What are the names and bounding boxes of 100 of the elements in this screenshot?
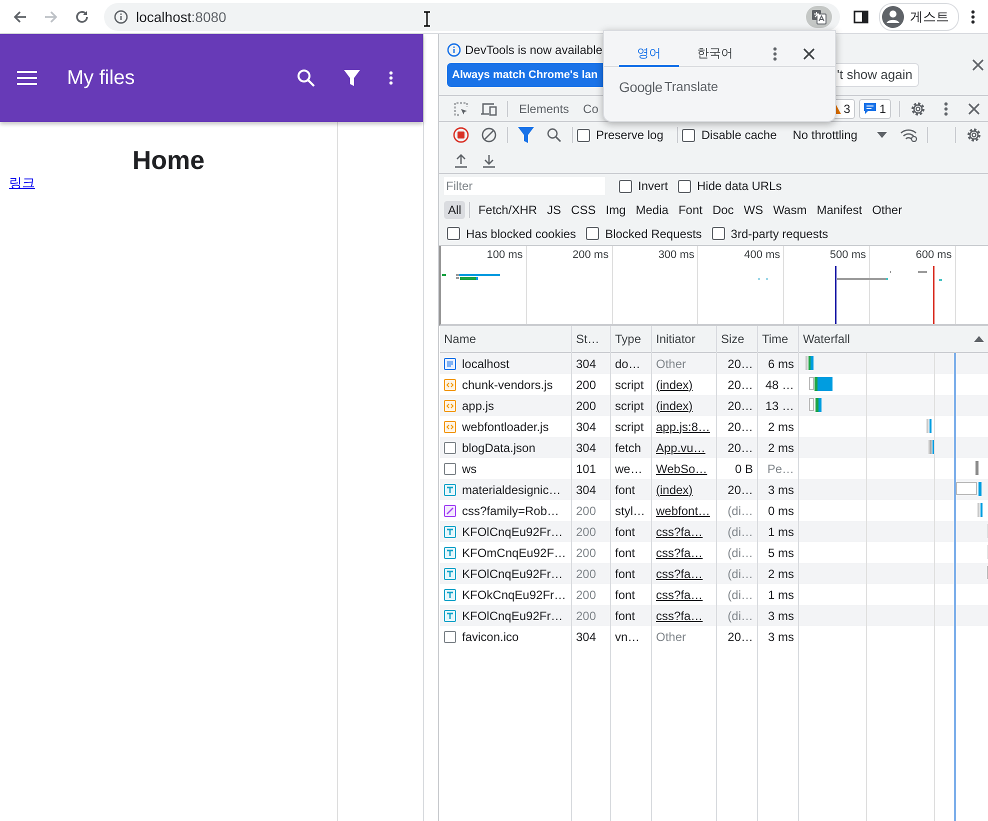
request-type: script <box>615 420 644 434</box>
checkbox[interactable] <box>577 128 590 142</box>
filter-input[interactable]: Filter <box>444 177 605 195</box>
checkbox[interactable] <box>619 180 632 192</box>
type-filter[interactable]: WS <box>740 201 768 219</box>
url-port: :8080 <box>191 8 226 24</box>
wifi-icon <box>900 128 918 142</box>
address-bar[interactable]: localhost:8080 <box>104 2 840 30</box>
request-type: vn… <box>615 630 640 644</box>
checkbox[interactable] <box>682 128 696 142</box>
request-size: 20… <box>728 420 753 434</box>
initiator-link[interactable]: (index) <box>656 378 693 392</box>
language-tab[interactable]: 영어 <box>619 40 679 66</box>
checkbox[interactable] <box>678 180 692 192</box>
status-code: 304 <box>576 356 596 370</box>
message-icon <box>864 103 876 114</box>
type-filter[interactable]: Other <box>868 201 906 219</box>
script-icon <box>444 400 456 412</box>
type-filter[interactable]: JS <box>543 201 566 219</box>
font-icon <box>444 546 456 558</box>
type-filter[interactable]: Doc <box>708 201 738 219</box>
checkbox[interactable] <box>586 227 600 240</box>
product-name: Translate <box>664 79 718 95</box>
timing-bar <box>978 503 982 517</box>
info-icon <box>447 42 461 56</box>
time-tick: 100 ms <box>486 248 524 263</box>
request-name[interactable]: ws <box>462 462 477 476</box>
throttling-dropdown[interactable]: No throttling <box>792 128 888 142</box>
request-type: font <box>615 588 636 602</box>
request-type: font <box>615 524 636 538</box>
request-type: we… <box>615 462 642 476</box>
initiator-link[interactable]: css?fa… <box>656 588 703 602</box>
checkbox-label: Disable cache <box>701 128 777 142</box>
request-type: font <box>615 608 636 622</box>
load-line <box>933 266 934 324</box>
request-size: (di… <box>728 608 753 622</box>
request-type: fetch <box>615 440 642 454</box>
request-time: 2 ms <box>768 440 794 454</box>
initiator-link[interactable]: app.js:8… <box>656 420 710 434</box>
profile-button[interactable]: 게스트 <box>879 2 959 30</box>
time-tick: 400 ms <box>744 248 782 263</box>
app-title: My files <box>67 66 135 90</box>
request-time: 1 ms <box>768 524 794 538</box>
checkbox[interactable] <box>447 227 460 240</box>
initiator-text: Other <box>656 630 686 644</box>
timing-bar <box>926 419 932 433</box>
checkbox[interactable] <box>712 227 725 240</box>
stylesheet-icon <box>444 504 456 516</box>
request-name[interactable]: KFOkCnqEu92Fr… <box>462 588 566 602</box>
panel-tab[interactable]: Elements <box>512 96 576 121</box>
column-header[interactable]: Name <box>444 332 476 346</box>
messages-badge[interactable]: 1 <box>859 98 891 118</box>
type-filter[interactable]: Font <box>674 201 706 219</box>
status-code: 200 <box>576 546 596 560</box>
type-filter[interactable]: CSS <box>567 201 600 219</box>
close-icon <box>972 58 984 70</box>
initiator-link[interactable]: WebSo… <box>656 462 708 476</box>
request-type: styl… <box>615 504 645 518</box>
type-filter[interactable]: Fetch/XHR <box>474 201 542 219</box>
request-name[interactable]: webfontloader.js <box>462 420 549 434</box>
file-icon <box>444 442 456 454</box>
dismiss-button[interactable]: 't show again <box>835 62 920 86</box>
type-filter[interactable]: Img <box>602 201 630 219</box>
close-icon <box>803 48 815 60</box>
request-name[interactable]: chunk-vendors.js <box>462 378 553 392</box>
type-filter[interactable]: Wasm <box>769 201 811 219</box>
initiator-text: Other <box>656 356 686 370</box>
request-time: 48 … <box>765 378 794 392</box>
initiator-link[interactable]: webfont… <box>656 504 710 518</box>
request-time: 2 ms <box>768 566 794 580</box>
status-code: 200 <box>576 398 596 412</box>
inspect-icon <box>453 100 469 116</box>
type-filter[interactable]: Manifest <box>812 201 866 219</box>
checkbox-label: 3rd-party requests <box>730 226 828 240</box>
column-header[interactable]: Waterfall <box>803 332 850 346</box>
font-icon <box>444 588 456 600</box>
request-name[interactable]: KFOmCnqEu92F… <box>462 546 566 560</box>
checkbox-label: Has blocked cookies <box>466 226 576 240</box>
type-filter[interactable]: All <box>444 201 466 219</box>
initiator-link[interactable]: css?fa… <box>656 546 703 560</box>
record-icon <box>453 127 469 143</box>
status-code: 200 <box>576 566 596 580</box>
request-name[interactable]: favicon.ico <box>462 630 519 644</box>
checkbox-label: Preserve log <box>596 128 664 142</box>
translate-icon <box>811 8 827 24</box>
file-icon <box>444 630 456 642</box>
font-icon <box>444 484 456 496</box>
page-link[interactable]: 링크 <box>9 174 35 192</box>
type-filter[interactable]: Media <box>632 201 672 219</box>
request-name[interactable]: app.js <box>462 398 494 412</box>
request-size: (di… <box>728 546 753 560</box>
translate-button[interactable] <box>806 6 832 28</box>
request-name[interactable]: css?family=Rob… <box>462 504 560 518</box>
timing-bar <box>809 398 822 412</box>
language-tab[interactable]: 한국어 <box>679 40 751 66</box>
panel-tab[interactable]: Co <box>576 96 606 121</box>
more-icon <box>971 8 975 24</box>
request-type: script <box>615 398 644 412</box>
time-tick: 600 ms <box>916 248 953 263</box>
request-size: 20… <box>728 630 753 644</box>
